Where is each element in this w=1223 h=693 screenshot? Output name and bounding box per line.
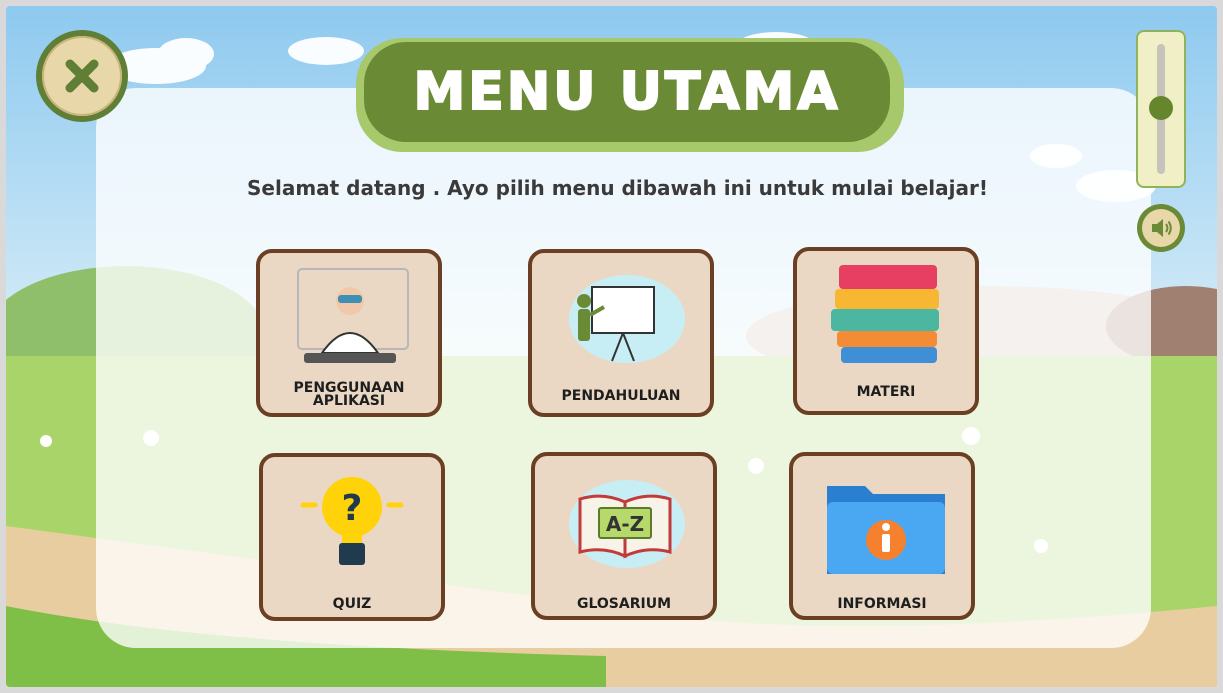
- menu-label: MATERI: [856, 384, 916, 400]
- menu-card-informasi[interactable]: INFORMASI: [789, 452, 975, 620]
- presentation-icon: [532, 261, 710, 375]
- menu-card-quiz[interactable]: ? QUIZ: [259, 453, 445, 621]
- info-folder-icon: [793, 464, 971, 578]
- svg-text:A-Z: A-Z: [606, 512, 644, 536]
- speaker-icon: [1142, 209, 1180, 247]
- slider-knob[interactable]: [1149, 96, 1173, 120]
- greeting-text: Selamat datang . Ayo pilih menu dibawah …: [247, 176, 988, 200]
- books-stack-icon: [797, 259, 975, 373]
- svg-text:?: ?: [342, 488, 363, 529]
- close-button[interactable]: [36, 30, 128, 122]
- menu-label: PENDAHULUAN: [561, 388, 681, 404]
- menu-label-line2: APLIKASI: [312, 393, 386, 409]
- menu-card-glosarium[interactable]: A-Z GLOSARIUM: [531, 452, 717, 620]
- page-title: MENU UTAMA: [412, 61, 841, 123]
- menu-label: GLOSARIUM: [576, 596, 672, 612]
- volume-slider[interactable]: [1136, 30, 1186, 188]
- lightbulb-question-icon: ?: [263, 465, 441, 579]
- title-badge: MENU UTAMA: [356, 38, 904, 152]
- menu-label: INFORMASI: [837, 596, 927, 612]
- person-typing-icon: [260, 261, 438, 375]
- menu-card-penggunaan-aplikasi[interactable]: PENGGUNAAN APLIKASI: [256, 249, 442, 417]
- close-icon: [42, 36, 122, 116]
- open-book-az-icon: A-Z: [535, 464, 713, 578]
- menu-card-pendahuluan[interactable]: PENDAHULUAN: [528, 249, 714, 417]
- menu-card-materi[interactable]: MATERI: [793, 247, 979, 415]
- sound-toggle-button[interactable]: [1137, 204, 1185, 252]
- menu-label: QUIZ: [332, 596, 372, 612]
